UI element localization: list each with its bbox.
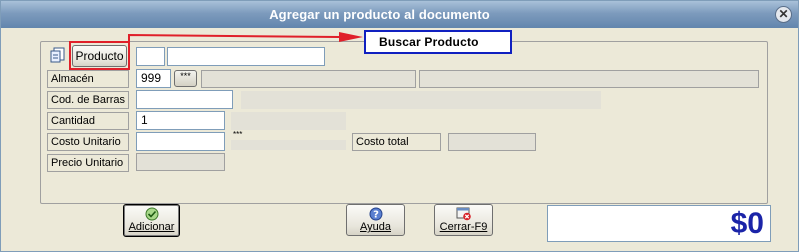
precio-unitario-display [136, 153, 225, 171]
buscar-producto-callout: Buscar Producto [364, 30, 512, 54]
window-title: Agregar un producto al documento [269, 7, 490, 22]
barcode-description-display [241, 91, 601, 109]
cantidad-input[interactable]: 1 [136, 111, 225, 130]
adicionar-label: Adicionar [128, 221, 175, 233]
producto-button-label: Producto [75, 49, 124, 63]
almacen-label: Almacén [47, 70, 129, 88]
total-display: $0 [547, 205, 771, 242]
costo-unitario-label: Costo Unitario [47, 133, 129, 151]
close-icon[interactable]: ✕ [775, 6, 792, 23]
costo-unitario-input[interactable] [136, 132, 225, 151]
costo-total-display [448, 133, 536, 151]
ayuda-label: Ayuda [360, 221, 391, 233]
title-bar: Agregar un producto al documento ✕ [1, 1, 798, 28]
barcode-input[interactable] [136, 90, 233, 109]
almacen-lookup-button[interactable]: *** [174, 70, 197, 87]
cerrar-label: Cerrar-F9 [439, 221, 488, 233]
cantidad-label: Cantidad [47, 112, 129, 130]
producto-code-input[interactable] [136, 47, 165, 66]
dialog-window: Agregar un producto al documento ✕ Produ… [0, 0, 799, 252]
grid-icon[interactable] [50, 47, 66, 63]
cantidad-unit-display [231, 112, 346, 130]
producto-name-input[interactable] [167, 47, 325, 66]
cerrar-button[interactable]: Cerrar-F9 [434, 204, 493, 236]
almacen-extra-display [419, 70, 759, 88]
barcode-label: Cod. de Barras [47, 91, 129, 109]
check-circle-icon [145, 207, 158, 221]
costo-total-label: Costo total [352, 133, 441, 151]
almacen-input[interactable]: 999 [136, 69, 171, 88]
callout-arrow [128, 32, 363, 45]
help-icon: ? [369, 207, 382, 221]
adicionar-button[interactable]: Adicionar [123, 204, 180, 237]
close-window-icon [456, 207, 471, 221]
ayuda-button[interactable]: ? Ayuda [346, 204, 405, 236]
almacen-name-display [201, 70, 416, 88]
costo-unitario-extra-display [231, 140, 346, 150]
precio-unitario-label: Precio Unitario [47, 154, 129, 172]
svg-text:?: ? [373, 210, 379, 221]
costo-unitario-hint: *** [233, 130, 243, 139]
producto-button[interactable]: Producto [72, 45, 127, 67]
